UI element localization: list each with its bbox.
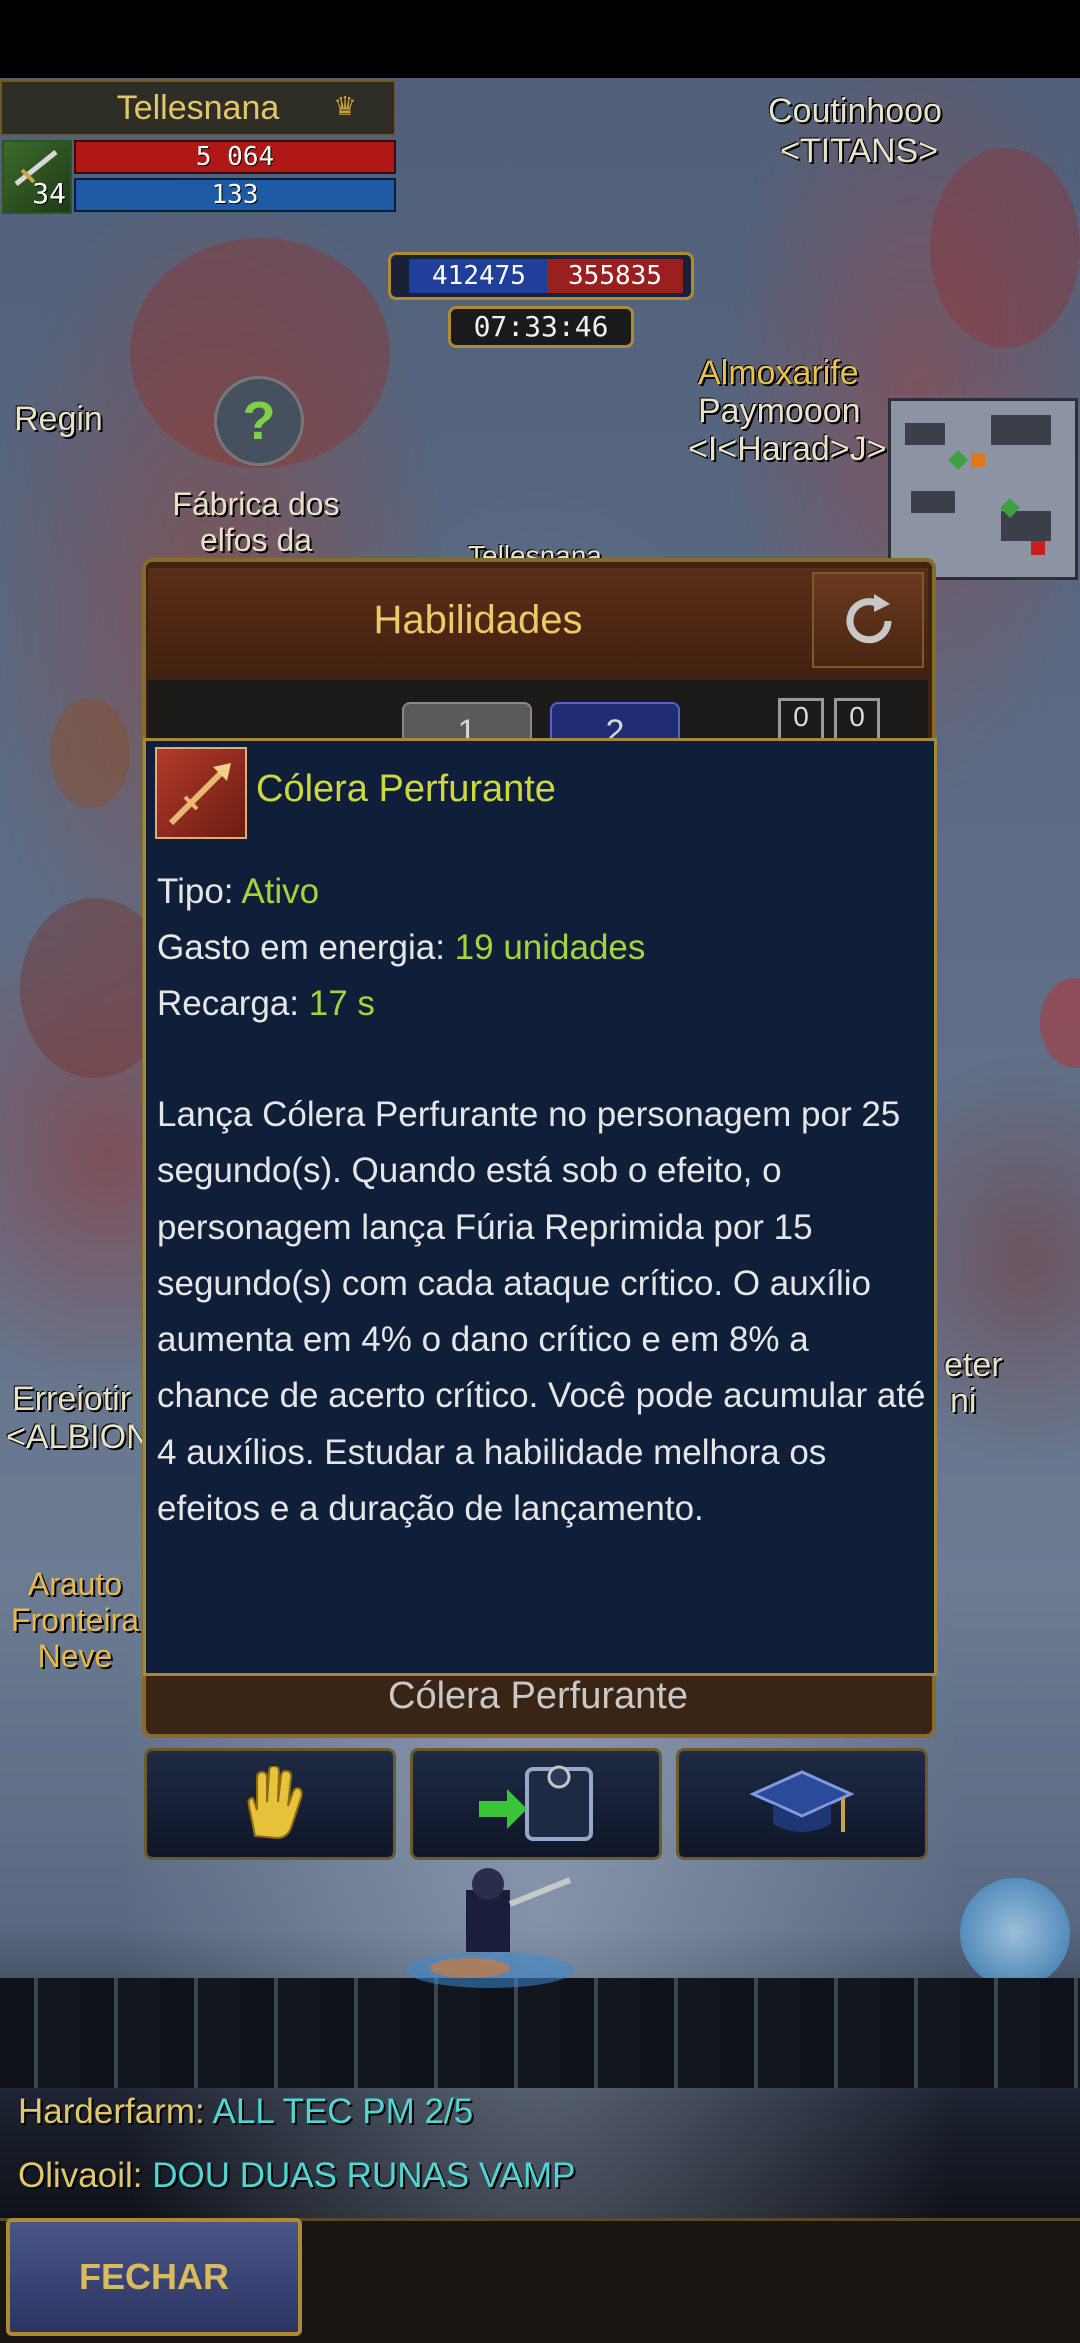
guild-label-albion: <ALBION <box>6 1418 151 1456</box>
red-score: 355835 <box>547 259 683 293</box>
guild-label-titans: <TITANS> <box>780 132 939 170</box>
chat-line: Olivaoil: DOU DUAS RUNAS VAMP <box>18 2154 576 2198</box>
mp-value: 133 <box>211 180 259 210</box>
event-timer: 07:33:46 <box>448 306 634 348</box>
character-level: 34 <box>32 177 66 210</box>
skill-energy-value: 19 unidades <box>454 928 646 967</box>
snow-portal[interactable] <box>960 1878 1070 1988</box>
level-badge: 34 <box>2 140 72 214</box>
assign-hotkey-button[interactable] <box>410 1748 662 1860</box>
assign-hotkey-icon <box>479 1765 593 1841</box>
minimap[interactable] <box>888 398 1078 580</box>
gingerbread-npc <box>50 698 130 808</box>
player-label-right-line1[interactable]: eter <box>944 1346 1003 1385</box>
arrow-skill-icon <box>168 763 231 826</box>
dialog-title: Habilidades <box>373 598 583 642</box>
faction-scoreboard: 412475 355835 <box>388 252 694 300</box>
skill-energy-row: Gasto em energia: 19 unidades <box>157 927 645 969</box>
santa-npc <box>1040 978 1080 1068</box>
npc-label-arauto-line2: Fronteira <box>10 1602 140 1638</box>
minimap-npc-marker <box>971 453 985 467</box>
study-cap-icon <box>749 1770 855 1832</box>
chat-author[interactable]: Olivaoil: <box>18 2156 142 2195</box>
player-label-coutinho[interactable]: Coutinhooo <box>768 92 942 131</box>
crown-icon: ♛ <box>333 91 357 121</box>
selected-skill-label: Cólera Perfurante <box>388 1676 688 1717</box>
minimap-block <box>905 423 945 445</box>
chat-message: DOU DUAS RUNAS VAMP <box>152 2156 576 2195</box>
chat-author[interactable]: Harderfarm: <box>18 2092 205 2131</box>
skill-description: Lança Cólera Perfurante no personagem po… <box>157 1095 926 1529</box>
chat-line: Harderfarm: ALL TEC PM 2/5 <box>18 2090 473 2134</box>
minimap-player-marker <box>948 450 968 470</box>
skill-cooldown-row: Recarga: 17 s <box>157 983 375 1025</box>
status-bar <box>0 0 1080 78</box>
use-skill-button[interactable] <box>144 1748 396 1860</box>
player-label-erreiotir[interactable]: Erreiotir <box>12 1380 131 1419</box>
character-name-box: Tellesnana ♛ <box>0 80 396 136</box>
npc-label-arauto-line3: Neve <box>37 1638 113 1674</box>
player-label-regin[interactable]: Regin <box>14 400 103 439</box>
icicle-ground <box>0 1978 1080 2088</box>
skill-tooltip: Cólera Perfurante Tipo: Ativo Gasto em e… <box>143 738 937 1676</box>
minimap-block <box>991 415 1051 445</box>
skills-dialog-header: Habilidades <box>148 568 928 678</box>
minimap-block <box>911 491 955 513</box>
character-panel[interactable]: Tellesnana ♛ 34 5 064 133 <box>0 80 398 232</box>
game-screen: ? Coutinhooo <TITANS> Almoxarife Paymooo… <box>0 0 1080 2343</box>
skill-icon <box>155 747 247 839</box>
question-mark-icon[interactable]: ? <box>214 376 304 466</box>
player-label-right-line2: ni <box>950 1382 977 1420</box>
close-button[interactable]: FECHAR <box>6 2218 302 2336</box>
skill-tabs: 1 2 0 0 <box>148 680 928 751</box>
hand-icon <box>247 1766 303 1840</box>
character-name: Tellesnana <box>116 89 280 127</box>
blue-score: 412475 <box>409 259 549 293</box>
skill-type-label: Tipo: <box>157 872 234 911</box>
refresh-icon <box>846 594 892 644</box>
refresh-button[interactable] <box>812 572 924 668</box>
skill-cooldown-value: 17 s <box>308 984 375 1023</box>
npc-label-fabrica[interactable]: Fábrica dos elfos da <box>146 486 366 558</box>
chat-message: ALL TEC PM 2/5 <box>212 2092 474 2131</box>
mp-bar: 133 <box>74 178 396 212</box>
npc-label-almoxarife[interactable]: Almoxarife <box>698 354 859 393</box>
skill-cooldown-label: Recarga: <box>157 984 300 1023</box>
skill-type-value: Ativo <box>241 872 320 911</box>
guild-label-harad: <I<Harad>J> <box>688 430 887 468</box>
npc-label-arauto-line1: Arauto <box>27 1566 123 1602</box>
skill-type-row: Tipo: Ativo <box>157 871 319 913</box>
tree-right <box>930 148 1080 348</box>
skill-name: Cólera Perfurante <box>256 768 556 810</box>
player-character[interactable] <box>400 1860 580 1990</box>
study-skill-button[interactable] <box>676 1748 928 1860</box>
player-sprite <box>406 1868 574 1988</box>
skill-energy-label: Gasto em energia: <box>157 928 445 967</box>
npc-label-fabrica-line1: Fábrica dos <box>172 486 340 522</box>
hp-value: 5 064 <box>195 142 275 172</box>
player-label-paymooon[interactable]: Paymooon <box>698 392 861 431</box>
npc-label-fabrica-line2: elfos da <box>199 522 313 558</box>
hp-bar: 5 064 <box>74 140 396 174</box>
npc-label-arauto[interactable]: Arauto Fronteira Neve <box>0 1566 150 1674</box>
minimap-exit-marker <box>1031 541 1045 555</box>
